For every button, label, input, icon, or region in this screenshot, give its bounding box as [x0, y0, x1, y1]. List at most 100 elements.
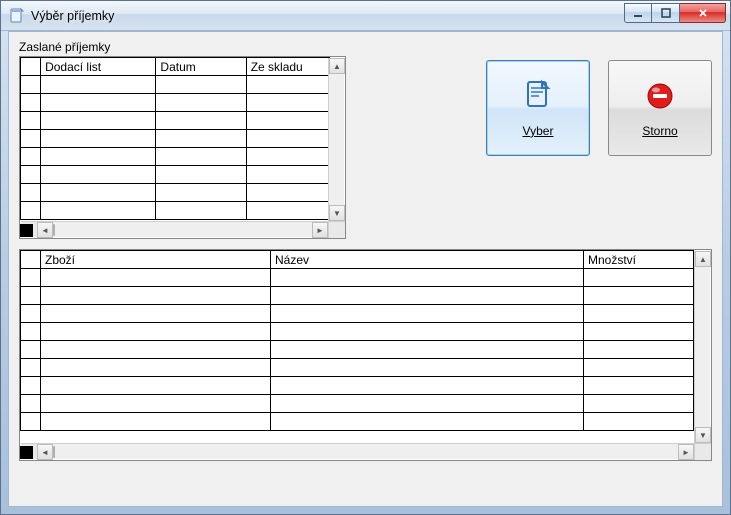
- table-cell[interactable]: [41, 287, 271, 305]
- vertical-scrollbar[interactable]: ▲ ▼: [328, 58, 344, 221]
- table-row[interactable]: [21, 287, 694, 305]
- table-cell[interactable]: [584, 359, 694, 377]
- cancel-button[interactable]: Storno: [608, 60, 712, 156]
- col-delivery-note[interactable]: Dodací list: [41, 58, 156, 76]
- row-indicator[interactable]: [21, 323, 41, 341]
- table-cell[interactable]: [41, 359, 271, 377]
- scroll-track[interactable]: [53, 222, 312, 237]
- table-cell[interactable]: [271, 395, 584, 413]
- table-row[interactable]: [21, 112, 330, 130]
- table-cell[interactable]: [41, 323, 271, 341]
- items-grid[interactable]: Zboží Název Množství ▲ ▼ ◄ ►: [19, 249, 712, 461]
- scroll-track[interactable]: [53, 444, 678, 459]
- scroll-right-button[interactable]: ►: [312, 222, 328, 238]
- table-row[interactable]: [21, 202, 330, 220]
- table-cell[interactable]: [271, 359, 584, 377]
- row-indicator[interactable]: [21, 130, 41, 148]
- row-indicator[interactable]: [21, 269, 41, 287]
- table-cell[interactable]: [41, 76, 156, 94]
- col-from-warehouse[interactable]: Ze skladu: [246, 58, 329, 76]
- horizontal-scrollbar[interactable]: ◄ ►: [21, 443, 694, 459]
- scroll-thumb[interactable]: [53, 224, 55, 236]
- table-cell[interactable]: [41, 130, 156, 148]
- table-cell[interactable]: [584, 377, 694, 395]
- scroll-down-button[interactable]: ▼: [695, 427, 711, 443]
- table-cell[interactable]: [41, 413, 271, 431]
- table-cell[interactable]: [584, 305, 694, 323]
- table-cell[interactable]: [584, 287, 694, 305]
- scroll-track[interactable]: [695, 267, 710, 427]
- table-cell[interactable]: [584, 323, 694, 341]
- select-button[interactable]: Vyber: [486, 60, 590, 156]
- scroll-left-button[interactable]: ◄: [37, 444, 53, 460]
- table-cell[interactable]: [246, 148, 329, 166]
- table-cell[interactable]: [41, 341, 271, 359]
- scroll-up-button[interactable]: ▲: [695, 251, 711, 267]
- row-indicator[interactable]: [21, 359, 41, 377]
- table-cell[interactable]: [156, 94, 246, 112]
- row-indicator[interactable]: [21, 413, 41, 431]
- table-row[interactable]: [21, 130, 330, 148]
- table-cell[interactable]: [246, 166, 329, 184]
- minimize-button[interactable]: [624, 3, 652, 23]
- table-row[interactable]: [21, 269, 694, 287]
- receipts-grid[interactable]: Dodací list Datum Ze skladu ▲ ▼ ◄: [19, 56, 346, 239]
- table-cell[interactable]: [271, 269, 584, 287]
- table-cell[interactable]: [156, 112, 246, 130]
- col-goods[interactable]: Zboží: [41, 251, 271, 269]
- row-indicator[interactable]: [21, 202, 41, 220]
- scroll-down-button[interactable]: ▼: [329, 205, 345, 221]
- row-indicator[interactable]: [21, 305, 41, 323]
- table-cell[interactable]: [246, 184, 329, 202]
- table-row[interactable]: [21, 359, 694, 377]
- close-button[interactable]: [680, 3, 726, 23]
- table-cell[interactable]: [41, 166, 156, 184]
- table-row[interactable]: [21, 341, 694, 359]
- table-cell[interactable]: [156, 202, 246, 220]
- row-indicator[interactable]: [21, 94, 41, 112]
- table-cell[interactable]: [271, 287, 584, 305]
- scroll-thumb[interactable]: [53, 446, 55, 458]
- col-date[interactable]: Datum: [156, 58, 246, 76]
- row-indicator[interactable]: [21, 287, 41, 305]
- titlebar[interactable]: Výběr příjemky: [1, 1, 730, 31]
- table-row[interactable]: [21, 323, 694, 341]
- table-cell[interactable]: [156, 184, 246, 202]
- table-cell[interactable]: [271, 341, 584, 359]
- table-cell[interactable]: [156, 148, 246, 166]
- row-indicator[interactable]: [21, 112, 41, 130]
- row-indicator[interactable]: [21, 377, 41, 395]
- table-cell[interactable]: [584, 413, 694, 431]
- table-cell[interactable]: [156, 130, 246, 148]
- table-cell[interactable]: [41, 202, 156, 220]
- table-row[interactable]: [21, 94, 330, 112]
- row-indicator[interactable]: [21, 341, 41, 359]
- scroll-track[interactable]: [329, 74, 344, 205]
- table-cell[interactable]: [156, 76, 246, 94]
- table-cell[interactable]: [246, 202, 329, 220]
- row-indicator[interactable]: [21, 76, 41, 94]
- table-cell[interactable]: [271, 413, 584, 431]
- table-row[interactable]: [21, 76, 330, 94]
- table-cell[interactable]: [246, 130, 329, 148]
- table-cell[interactable]: [156, 166, 246, 184]
- scroll-left-button[interactable]: ◄: [37, 222, 53, 238]
- table-cell[interactable]: [41, 148, 156, 166]
- table-row[interactable]: [21, 148, 330, 166]
- scroll-right-button[interactable]: ►: [678, 444, 694, 460]
- row-indicator[interactable]: [21, 184, 41, 202]
- table-cell[interactable]: [271, 323, 584, 341]
- scroll-up-button[interactable]: ▲: [329, 58, 345, 74]
- table-row[interactable]: [21, 395, 694, 413]
- table-cell[interactable]: [271, 305, 584, 323]
- maximize-button[interactable]: [652, 3, 680, 23]
- horizontal-scrollbar[interactable]: ◄ ►: [21, 221, 328, 237]
- table-cell[interactable]: [584, 395, 694, 413]
- vertical-scrollbar[interactable]: ▲ ▼: [694, 251, 710, 443]
- table-cell[interactable]: [584, 269, 694, 287]
- table-cell[interactable]: [41, 94, 156, 112]
- row-indicator[interactable]: [21, 148, 41, 166]
- table-cell[interactable]: [41, 305, 271, 323]
- row-indicator[interactable]: [21, 166, 41, 184]
- table-cell[interactable]: [41, 184, 156, 202]
